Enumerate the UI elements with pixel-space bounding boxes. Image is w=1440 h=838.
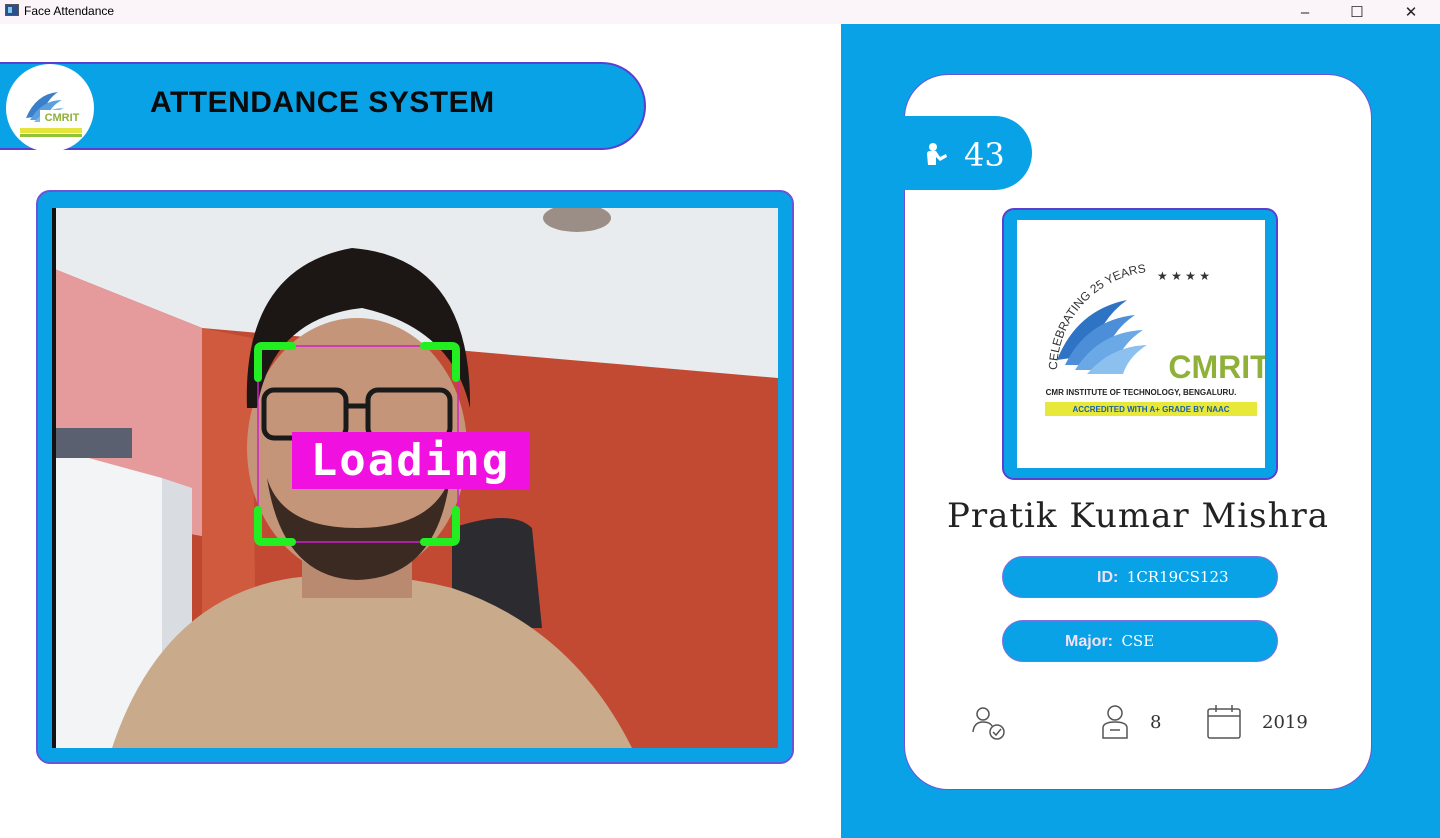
major-value: CSE: [1121, 632, 1155, 650]
loading-label: Loading: [292, 432, 529, 489]
logo-accreditation: ACCREDITED WITH A+ GRADE BY NAAC: [1072, 405, 1229, 414]
window-title: Face Attendance: [24, 4, 115, 18]
id-label: ID:: [1097, 569, 1119, 586]
student-id-pill: ID: 1CR19CS123: [1002, 556, 1278, 598]
svg-text:★ ★ ★ ★: ★ ★ ★ ★: [1157, 269, 1210, 283]
id-value: 1CR19CS123: [1126, 568, 1229, 586]
user-icon: [1102, 705, 1128, 739]
starting-year-value: 2019: [1262, 712, 1308, 733]
logo-brand-text: CMRIT: [45, 112, 80, 124]
logo-institute: CMR INSTITUTE OF TECHNOLOGY, BENGALURU.: [1046, 388, 1237, 397]
page-title: ATTENDANCE SYSTEM: [150, 86, 495, 119]
close-button[interactable]: ✕: [1388, 0, 1434, 24]
minimize-button[interactable]: –: [1282, 0, 1328, 24]
cmrit-logo-icon: CELEBRATING 25 YEARS ★ ★ ★ ★ CMRIT CMR I…: [1045, 261, 1265, 416]
window-titlebar: Face Attendance: [0, 0, 1440, 24]
year-value: 8: [1150, 712, 1162, 733]
major-label: Major:: [1065, 633, 1113, 650]
maximize-button[interactable]: ☐: [1334, 0, 1380, 24]
total-attendance-value: 43: [964, 136, 1005, 174]
student-name: Pratik Kumar Mishra: [946, 496, 1330, 536]
app-icon: [5, 4, 19, 16]
swan-logo-icon: CMRIT: [20, 92, 84, 137]
logo-brand: CMRIT: [1168, 349, 1265, 385]
calendar-icon: [1207, 705, 1241, 739]
student-major-pill: Major: CSE: [1002, 620, 1278, 662]
attendance-icon: [927, 143, 947, 165]
student-photo: CELEBRATING 25 YEARS ★ ★ ★ ★ CMRIT CMR I…: [1017, 220, 1265, 468]
user-check-icon: [972, 707, 1005, 740]
college-logo: CMRIT: [6, 64, 94, 152]
camera-edge: [52, 208, 56, 748]
